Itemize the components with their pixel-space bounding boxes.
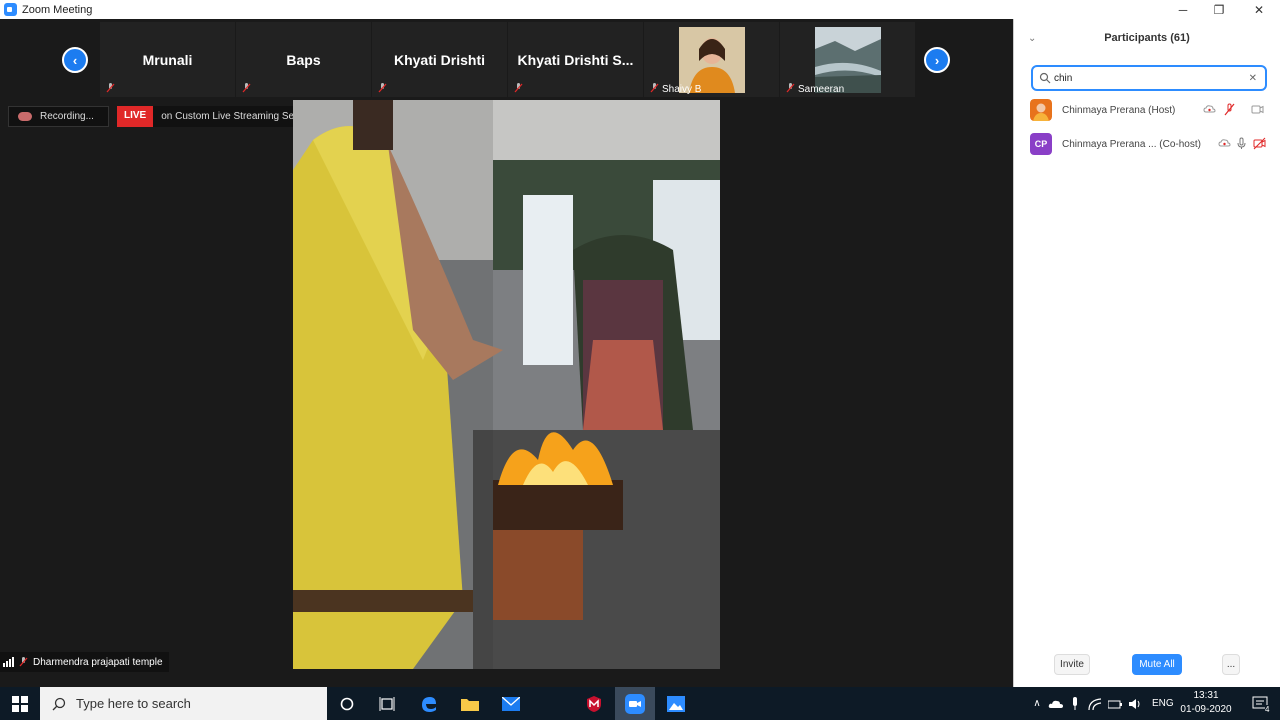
participant-tile[interactable]: Khyati Drishti bbox=[372, 22, 507, 97]
live-badge: LIVE bbox=[117, 106, 154, 127]
action-center-button[interactable]: 4 bbox=[1240, 687, 1280, 720]
wifi-icon[interactable] bbox=[1088, 697, 1102, 710]
recording-label: Recording... bbox=[40, 111, 94, 122]
system-tray: ∧ ENG bbox=[1028, 687, 1174, 720]
maximize-button[interactable]: ❐ bbox=[1199, 0, 1239, 19]
active-speaker-video bbox=[293, 100, 720, 669]
mail-button[interactable] bbox=[491, 687, 531, 720]
search-icon bbox=[52, 697, 66, 710]
minimize-button[interactable]: ─ bbox=[1163, 0, 1203, 19]
participant-row[interactable]: CP Chinmaya Prerana ... (Co-host) bbox=[1030, 133, 1270, 155]
participant-avatar bbox=[1030, 99, 1052, 121]
taskbar-search-box[interactable]: Type here to search bbox=[40, 687, 327, 720]
cloud-recording-icon bbox=[1218, 139, 1231, 147]
signal-strength-icon bbox=[3, 657, 14, 667]
participant-search-input[interactable] bbox=[1054, 72, 1234, 84]
active-speaker-label: Dharmendra prajapati temple bbox=[0, 652, 169, 672]
participant-tile[interactable]: Baps bbox=[236, 22, 371, 97]
mic-muted-icon bbox=[514, 83, 523, 93]
chevron-left-icon: ‹ bbox=[72, 52, 78, 68]
participant-name: Shaivy B bbox=[662, 84, 702, 95]
participant-row[interactable]: Chinmaya Prerana (Host) bbox=[1030, 99, 1270, 121]
windows-logo-icon bbox=[12, 695, 28, 712]
mic-muted-icon bbox=[106, 83, 115, 93]
windows-taskbar: Type here to search ∧ ENG 13:31 01-09-20… bbox=[0, 687, 1280, 720]
clock-date: 01-09-2020 bbox=[1180, 704, 1232, 715]
cloud-recording-icon bbox=[18, 112, 32, 121]
participant-tile[interactable]: Shaivy B bbox=[644, 22, 779, 97]
edge-browser-button[interactable] bbox=[409, 687, 449, 720]
zoom-icon bbox=[625, 693, 645, 714]
participant-tile[interactable]: Sameeran bbox=[780, 22, 915, 97]
clear-search-icon[interactable]: ✕ bbox=[1249, 73, 1257, 84]
cortana-icon bbox=[340, 697, 354, 710]
video-area: ‹ Mrunali Baps Khyati Drishti Khyati Dri… bbox=[0, 19, 1013, 687]
mic-muted-icon bbox=[19, 657, 28, 667]
participant-avatar: CP bbox=[1030, 133, 1052, 155]
participant-name: Khyati Drishti S... bbox=[517, 52, 634, 68]
participant-tile[interactable]: Khyati Drishti S... bbox=[508, 22, 643, 97]
clock-time: 13:31 bbox=[1193, 690, 1219, 701]
battery-icon[interactable] bbox=[1108, 699, 1122, 709]
onedrive-icon[interactable] bbox=[1048, 699, 1064, 709]
mic-muted-icon bbox=[786, 83, 795, 93]
taskbar-search-placeholder: Type here to search bbox=[76, 696, 191, 711]
task-view-button[interactable] bbox=[367, 687, 407, 720]
title-bar: Zoom Meeting ─ ❐ ✕ bbox=[0, 0, 1280, 19]
file-explorer-button[interactable] bbox=[450, 687, 490, 720]
participants-title: Participants (61) bbox=[1104, 32, 1190, 44]
participant-strip: Mrunali Baps Khyati Drishti Khyati Drish… bbox=[100, 22, 915, 97]
input-language-indicator[interactable]: ENG bbox=[1152, 698, 1174, 709]
photos-button[interactable] bbox=[656, 687, 696, 720]
participants-panel: ⌄ Participants (61) ✕ Chinmaya Prerana (… bbox=[1013, 19, 1280, 687]
mic-muted-icon bbox=[242, 83, 251, 93]
microphone-icon[interactable] bbox=[1070, 696, 1080, 711]
zoom-logo-icon bbox=[4, 3, 17, 16]
next-page-button[interactable]: › bbox=[924, 47, 950, 73]
window-title: Zoom Meeting bbox=[22, 3, 93, 16]
participant-search-box[interactable]: ✕ bbox=[1031, 65, 1267, 91]
edge-icon bbox=[422, 696, 436, 712]
active-speaker-name: Dharmendra prajapati temple bbox=[33, 656, 163, 668]
mute-all-button[interactable]: Mute All bbox=[1132, 654, 1182, 675]
photos-icon bbox=[667, 695, 685, 712]
participant-name: Chinmaya Prerana ... (Co-host) bbox=[1062, 138, 1201, 150]
participant-tile[interactable]: Mrunali bbox=[100, 22, 235, 97]
search-icon bbox=[1039, 72, 1051, 84]
more-options-button[interactable]: ... bbox=[1222, 654, 1240, 675]
previous-page-button[interactable]: ‹ bbox=[62, 47, 88, 73]
taskbar-clock[interactable]: 13:31 01-09-2020 bbox=[1172, 689, 1240, 717]
cortana-button[interactable] bbox=[327, 687, 367, 720]
notification-count: 4 bbox=[1265, 705, 1270, 714]
task-view-icon bbox=[379, 696, 395, 711]
mic-muted-icon bbox=[378, 83, 387, 93]
participant-name: Chinmaya Prerana (Host) bbox=[1062, 104, 1176, 116]
mic-icon[interactable] bbox=[1235, 137, 1248, 150]
start-button[interactable] bbox=[0, 687, 40, 720]
invite-button[interactable]: Invite bbox=[1054, 654, 1090, 675]
participant-name: Mrunali bbox=[142, 52, 193, 68]
chevron-right-icon: › bbox=[934, 52, 940, 68]
close-button[interactable]: ✕ bbox=[1239, 0, 1279, 19]
mcafee-button[interactable] bbox=[574, 687, 614, 720]
mic-muted-icon bbox=[650, 83, 659, 93]
video-off-icon[interactable] bbox=[1253, 137, 1266, 150]
mcafee-shield-icon bbox=[587, 695, 601, 712]
participant-name: Khyati Drishti bbox=[393, 52, 485, 68]
video-on-icon[interactable] bbox=[1251, 103, 1264, 116]
recording-indicator[interactable]: Recording... bbox=[8, 106, 109, 127]
folder-icon bbox=[461, 698, 479, 711]
mail-icon bbox=[502, 696, 520, 711]
zoom-taskbar-button[interactable] bbox=[615, 687, 655, 720]
cloud-recording-icon bbox=[1203, 105, 1216, 113]
mic-muted-icon[interactable] bbox=[1223, 103, 1236, 116]
participant-name: Baps bbox=[286, 52, 321, 68]
participant-name: Sameeran bbox=[798, 84, 845, 95]
show-hidden-icons-icon[interactable]: ∧ bbox=[1028, 698, 1046, 709]
volume-icon[interactable] bbox=[1128, 698, 1142, 710]
